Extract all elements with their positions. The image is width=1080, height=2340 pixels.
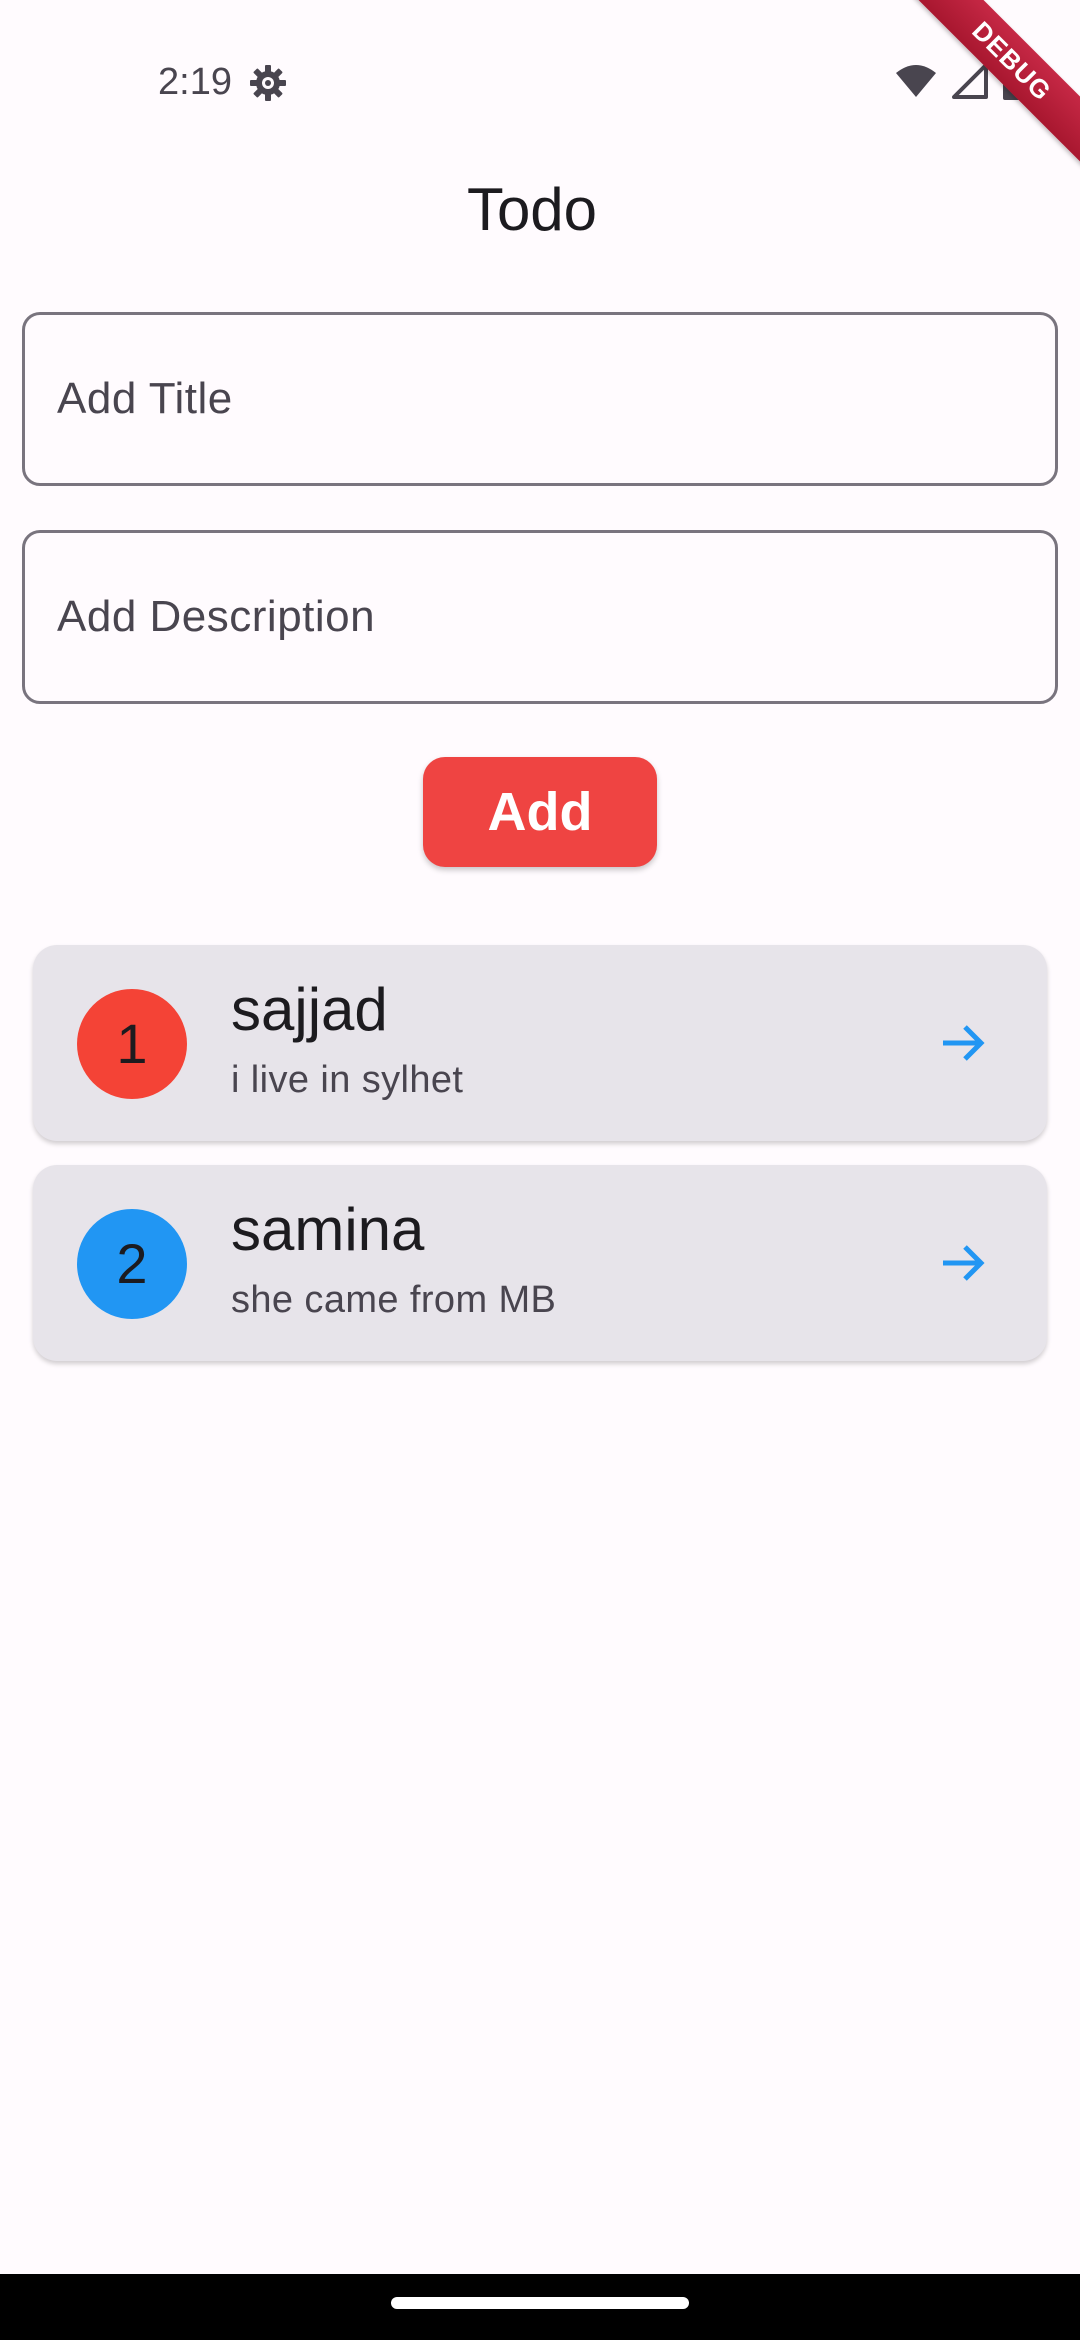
todo-avatar: 2 bbox=[77, 1209, 187, 1319]
debug-banner: DEBUG bbox=[910, 0, 1080, 170]
title-field[interactable] bbox=[22, 312, 1058, 486]
home-handle[interactable] bbox=[391, 2297, 689, 2309]
todo-description: she came from MB bbox=[231, 1279, 557, 1321]
todo-card[interactable]: 2 samina she came from MB bbox=[33, 1165, 1047, 1361]
todo-title: samina bbox=[231, 1196, 425, 1263]
todo-avatar: 1 bbox=[77, 989, 187, 1099]
navigation-bar bbox=[0, 2274, 1080, 2340]
description-field[interactable] bbox=[22, 530, 1058, 704]
gear-icon bbox=[248, 63, 288, 103]
todo-description: i live in sylhet bbox=[231, 1059, 464, 1101]
todo-card[interactable]: 1 sajjad i live in sylhet bbox=[33, 945, 1047, 1141]
page-title: Todo bbox=[466, 176, 598, 243]
arrow-forward-icon[interactable] bbox=[937, 1017, 989, 1069]
description-input[interactable] bbox=[25, 533, 1055, 701]
status-time: 2:19 bbox=[158, 61, 232, 103]
todo-title: sajjad bbox=[231, 976, 388, 1043]
add-button[interactable]: Add bbox=[423, 757, 657, 867]
todo-list: 1 sajjad i live in sylhet 2 samina she c… bbox=[33, 945, 1047, 1385]
debug-banner-label: DEBUG bbox=[910, 0, 1080, 170]
arrow-forward-icon[interactable] bbox=[937, 1237, 989, 1289]
title-input[interactable] bbox=[25, 315, 1055, 483]
